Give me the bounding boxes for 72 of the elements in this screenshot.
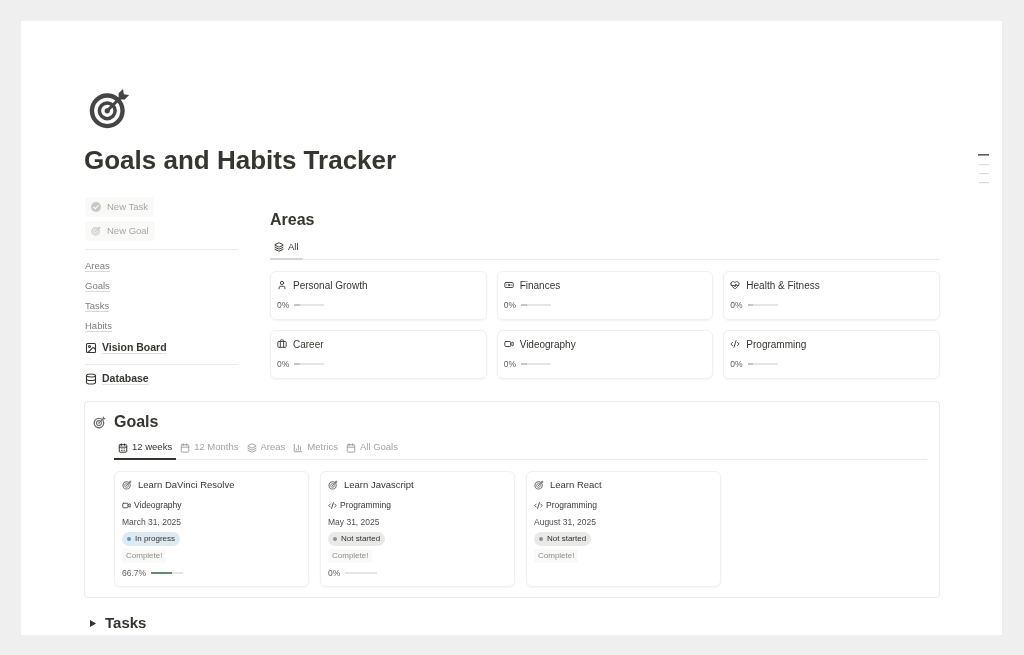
image-icon (85, 342, 97, 354)
goal-title: Learn Javascript (344, 477, 414, 492)
due-date: March 31, 2025 (122, 516, 182, 528)
code-icon (730, 339, 741, 349)
percent-label: 0% (503, 298, 516, 312)
page-link[interactable]: Tasks (85, 300, 110, 312)
page-link[interactable]: Habits (85, 320, 112, 332)
goal-card[interactable]: Learn Javascript Programming May 31, 2025 Not started Complete! 0% (320, 471, 515, 587)
video-camera-icon (122, 500, 131, 510)
due-date: May 31, 2025 (328, 516, 380, 528)
percent-label: 0% (328, 566, 341, 580)
bar-chart-icon (293, 442, 304, 453)
area-card[interactable]: Finances 0% (496, 271, 714, 320)
goal-card[interactable]: Learn DaVinci Resolve Videography March 31, 2025 In progress Complete! 66.7% (114, 471, 309, 587)
briefcase-icon (277, 339, 287, 349)
goal-title: Learn React (550, 477, 602, 492)
target-icon (534, 480, 544, 490)
area-name: Personal Growth (293, 278, 368, 293)
target-icon (122, 480, 132, 490)
banknote-icon (503, 280, 514, 290)
status-label: Not started (341, 533, 381, 545)
area-name: Career (293, 337, 324, 352)
goal-title: Learn DaVinci Resolve (138, 477, 235, 492)
page-link[interactable]: Vision Board (85, 338, 167, 358)
area-card[interactable]: Videography 0% (496, 330, 714, 379)
calendar-icon (118, 442, 128, 453)
person-icon (277, 280, 287, 290)
target-icon (93, 415, 106, 429)
target-icon (328, 480, 338, 490)
calendar-icon (345, 442, 356, 453)
database-icon (85, 373, 97, 385)
area-label: Videography (134, 498, 182, 512)
percent-label: 0% (277, 298, 290, 312)
video-camera-icon (503, 339, 514, 349)
due-date: August 31, 2025 (534, 516, 596, 528)
calendar-icon (180, 442, 191, 453)
area-card[interactable]: Health & Fitness 0% (723, 271, 940, 320)
code-icon (534, 500, 543, 510)
percent-label: 0% (503, 357, 516, 371)
goal-card[interactable]: Learn React Programming August 31, 2025 Not started Complete! (526, 471, 721, 587)
toggle-heading[interactable]: Tasks (90, 614, 147, 632)
percent-label: 0% (730, 298, 743, 312)
section-heading: Areas (270, 210, 315, 230)
area-name: Health & Fitness (746, 278, 820, 293)
area-name: Videography (519, 337, 576, 352)
target-icon (88, 88, 130, 130)
area-card[interactable]: Personal Growth 0% (270, 271, 487, 320)
target-icon (91, 226, 101, 236)
layers-icon (246, 442, 257, 453)
area-label: Programming (340, 498, 392, 512)
area-card[interactable]: Programming 0% (723, 330, 940, 379)
code-icon (328, 500, 337, 510)
area-name: Programming (746, 337, 807, 352)
page-link[interactable]: Database (85, 369, 149, 389)
check-circle-icon (91, 202, 101, 212)
heart-pulse-icon (730, 280, 741, 290)
page-link[interactable]: Areas (85, 260, 110, 272)
percent-label: 0% (277, 357, 290, 371)
percent-label: 0% (730, 357, 743, 371)
view-tab[interactable]: 12 weeks (114, 437, 177, 460)
page-link[interactable]: Goals (85, 280, 110, 292)
percent-label: 66.7% (122, 566, 147, 580)
outline-minimap[interactable] (978, 154, 990, 184)
section-heading: Goals (114, 412, 159, 432)
area-name: Finances (519, 278, 561, 293)
status-label: Not started (547, 533, 587, 545)
area-card[interactable]: Career 0% (270, 330, 487, 379)
view-tab[interactable]: All (270, 236, 303, 260)
status-label: In progress (135, 533, 176, 545)
layers-icon (274, 242, 284, 252)
page-title: Goals and Habits Tracker (84, 144, 397, 176)
area-label: Programming (546, 498, 598, 512)
